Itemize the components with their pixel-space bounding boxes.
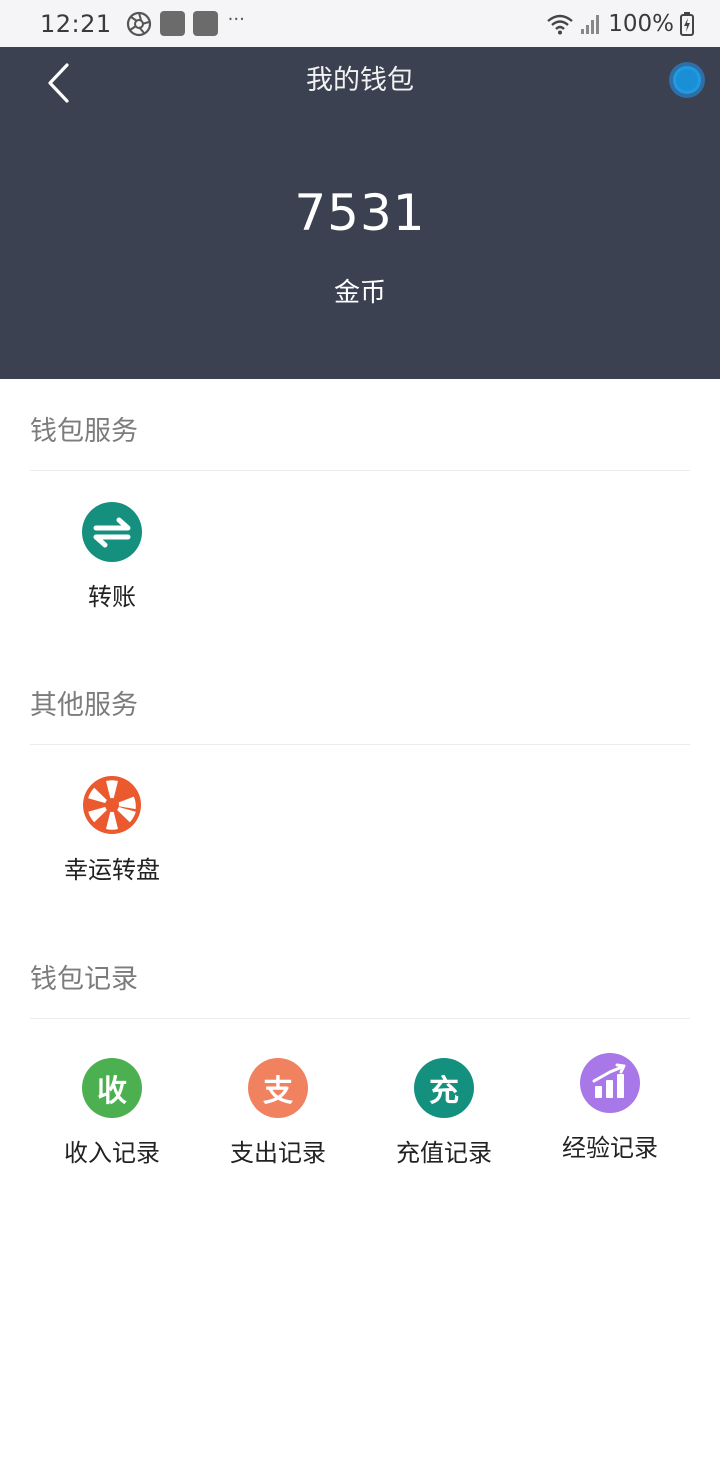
wheel-icon <box>82 775 142 835</box>
transfer-button[interactable]: 转账 <box>29 502 195 612</box>
section-divider <box>30 1018 690 1019</box>
page-title: 我的钱包 <box>306 65 414 96</box>
battery-charging-icon <box>680 11 694 36</box>
expense-records-button[interactable]: 支 支出记录 <box>195 1058 361 1168</box>
coin-unit-label: 金币 <box>333 278 386 308</box>
coin-balance: 7531 <box>294 184 426 242</box>
wallet-records-section: 钱包记录 收 收入记录 支 支出记录 充 充值记录 经验记录 <box>0 927 720 1207</box>
transfer-label: 转账 <box>88 583 136 611</box>
section-divider <box>30 744 690 745</box>
other-services-section: 其他服务 幸运转盘 <box>0 653 720 925</box>
status-time: 12:21 <box>40 9 112 38</box>
lucky-wheel-button[interactable]: 幸运转盘 <box>29 775 195 885</box>
income-icon: 收 <box>82 1058 142 1118</box>
battery-percent: 100% <box>608 10 674 37</box>
income-records-button[interactable]: 收 收入记录 <box>29 1058 195 1168</box>
transfer-icon <box>82 502 142 562</box>
recharge-records-button[interactable]: 充 充值记录 <box>361 1058 527 1168</box>
section-title: 其他服务 <box>30 690 138 721</box>
aperture-icon <box>126 11 151 36</box>
wallet-services-section: 钱包服务 转账 <box>0 379 720 651</box>
lucky-wheel-label: 幸运转盘 <box>64 856 160 884</box>
section-divider <box>30 470 690 471</box>
app-notification-icon <box>192 11 218 36</box>
expense-icon: 支 <box>248 1058 308 1118</box>
assistant-bubble-icon <box>669 62 705 98</box>
floating-assistant-button[interactable] <box>667 60 707 100</box>
section-title: 钱包服务 <box>30 416 138 447</box>
wifi-icon <box>547 14 574 34</box>
experience-records-label: 经验记录 <box>562 1134 658 1162</box>
chart-icon <box>580 1053 640 1113</box>
signal-icon <box>581 14 600 34</box>
status-notifications: ··· <box>126 9 245 37</box>
app-notification-icon <box>159 11 185 36</box>
more-notifications-indicator: ··· <box>227 9 245 30</box>
recharge-records-label: 充值记录 <box>396 1139 492 1167</box>
expense-records-label: 支出记录 <box>230 1139 326 1167</box>
section-title: 钱包记录 <box>30 964 138 995</box>
income-records-label: 收入记录 <box>64 1139 160 1167</box>
wallet-header: 我的钱包 7531 金币 <box>0 47 720 379</box>
status-system-icons: 100% <box>546 11 694 37</box>
recharge-icon: 充 <box>414 1058 474 1118</box>
experience-records-button[interactable]: 经验记录 <box>527 1053 693 1163</box>
status-bar: 12:21 ··· 100% <box>0 0 720 47</box>
